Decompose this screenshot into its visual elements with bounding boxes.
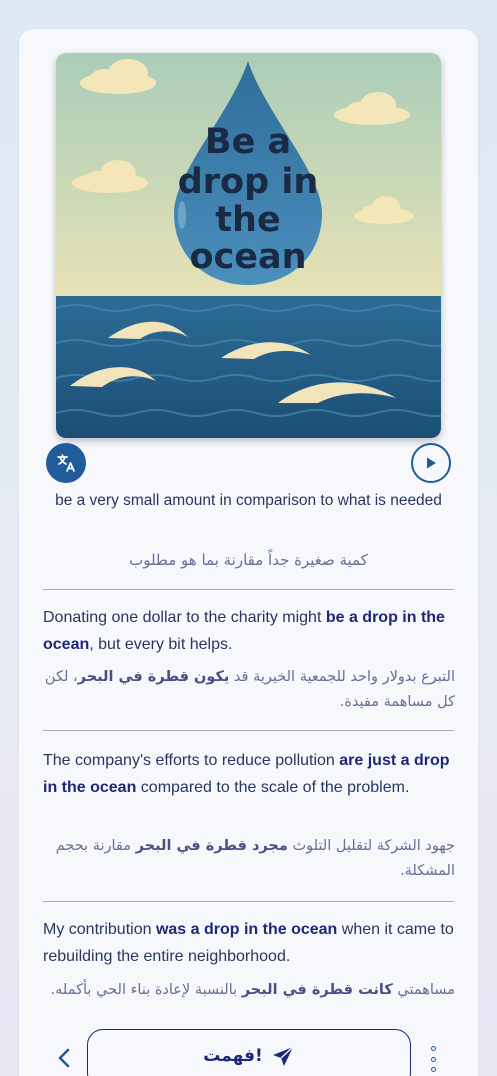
got-it-button[interactable]: فهمت! [87,1029,411,1076]
divider [43,901,454,902]
example-text: , but every bit helps. [89,636,233,653]
example-idiom-highlight: يكون قطرة في البحر [77,669,230,685]
idiom-illustration: Be a drop in the ocean [56,53,441,438]
example-1-arabic: التبرع بدولار واحد للجمعية الخيرية قد يك… [43,665,455,715]
translate-icon [57,454,75,472]
got-it-label: فهمت! [203,1046,263,1066]
example-2-arabic: جهود الشركة لتقليل التلوث مجرد قطرة في ا… [43,834,455,884]
example-text: التبرع بدولار واحد للجمعية الخيرية قد [229,669,455,685]
play-audio-button[interactable] [411,443,451,483]
more-options-button[interactable] [424,1044,442,1074]
example-idiom-highlight: كانت قطرة في البحر [241,982,393,998]
drop-text-line-1: Be a [205,122,291,162]
divider [43,589,454,590]
example-text: جهود الشركة لتقليل التلوث [287,838,455,854]
example-idiom-highlight: مجرد قطرة في البحر [135,838,288,854]
example-text: The company's efforts to reduce pollutio… [43,752,340,769]
example-2-english: The company's efforts to reduce pollutio… [43,747,455,801]
example-3-arabic: مساهمتي كانت قطرة في البحر بالنسبة لإعاد… [43,978,455,1003]
meaning-arabic: كمية صغيرة جداً مقارنة بما هو مطلوب [129,551,368,569]
example-text: بالنسبة لإعادة بناء الحي بأكمله. [50,982,242,998]
example-text: Donating one dollar to the charity might [43,609,326,626]
translate-button[interactable] [46,443,86,483]
play-icon [427,457,436,469]
drop-text-line-4: ocean [189,237,306,277]
drop-text-line-3: the [215,200,280,240]
example-text: مساهمتي [392,982,455,998]
send-icon [272,1046,294,1066]
chevron-left-icon [58,1048,70,1068]
example-text: compared to the scale of the problem. [136,779,410,796]
meaning-english: be a very small amount in comparison to … [55,492,442,509]
example-idiom-highlight: was a drop in the ocean [155,921,338,938]
more-vertical-icon [430,1056,436,1062]
drop-text-line-2: drop in [178,162,319,202]
back-button[interactable] [50,1042,78,1074]
more-vertical-icon [430,1046,436,1051]
example-3-english: My contribution was a drop in the ocean … [43,916,455,970]
divider [43,730,454,731]
more-vertical-icon [430,1067,436,1072]
example-1-english: Donating one dollar to the charity might… [43,604,455,658]
example-text: My contribution [43,921,156,938]
